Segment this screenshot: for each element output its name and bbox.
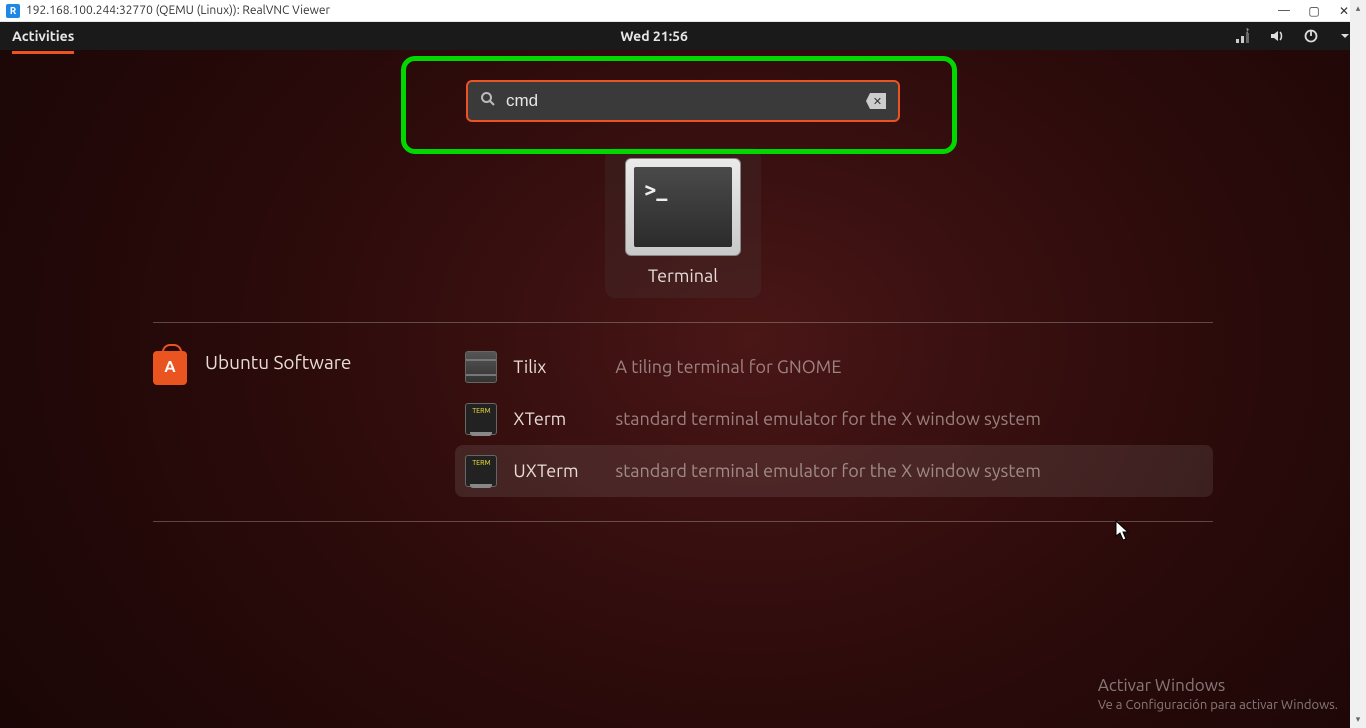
window-controls: — ▢ ✕: [1278, 4, 1360, 18]
software-row-name: XTerm: [513, 409, 599, 429]
minimize-button[interactable]: —: [1278, 4, 1290, 18]
scroll-up-icon[interactable]: ▴: [1356, 3, 1361, 14]
clock[interactable]: Wed 21:56: [74, 28, 1234, 44]
software-source: Ubuntu Software: [153, 341, 351, 497]
software-row-name: UXTerm: [513, 461, 599, 481]
gnome-topbar: Activities Wed 21:56 ?: [0, 22, 1366, 50]
power-icon[interactable]: [1302, 27, 1320, 45]
close-button[interactable]: ✕: [1338, 4, 1350, 18]
software-row-desc: A tiling terminal for GNOME: [615, 357, 841, 377]
software-source-label: Ubuntu Software: [205, 351, 351, 373]
volume-icon[interactable]: [1268, 27, 1286, 45]
software-row-name: Tilix: [513, 357, 599, 377]
xterm-icon: [465, 403, 497, 435]
terminal-icon: >_: [625, 158, 741, 256]
scroll-down-icon[interactable]: ▾: [1356, 714, 1361, 725]
software-section: Ubuntu Software Tilix A tiling terminal …: [153, 341, 1213, 497]
software-row-desc: standard terminal emulator for the X win…: [615, 409, 1040, 429]
watermark-title: Activar Windows: [1098, 676, 1338, 695]
software-row-xterm[interactable]: XTerm standard terminal emulator for the…: [455, 393, 1213, 445]
uxterm-icon: [465, 455, 497, 487]
separator: [153, 322, 1213, 323]
maximize-button[interactable]: ▢: [1308, 4, 1320, 18]
watermark-sub: Ve a Configuración para activar Windows.: [1098, 698, 1338, 712]
vnc-app-icon: R: [6, 4, 20, 18]
separator: [153, 521, 1213, 522]
search-box[interactable]: ✕: [466, 80, 900, 122]
remote-desktop: Activities Wed 21:56 ?: [0, 22, 1366, 728]
software-row-uxterm[interactable]: UXTerm standard terminal emulator for th…: [455, 445, 1213, 497]
software-row-tilix[interactable]: Tilix A tiling terminal for GNOME: [455, 341, 1213, 393]
network-icon[interactable]: ?: [1234, 27, 1252, 45]
svg-text:?: ?: [1246, 28, 1249, 35]
activities-overview: ✕ >_ Terminal Ubuntu Software Tilix A ti…: [0, 50, 1366, 728]
result-terminal[interactable]: >_ Terminal: [605, 148, 761, 298]
activities-button[interactable]: Activities: [12, 24, 74, 48]
search-icon: [480, 91, 496, 111]
window-title: 192.168.100.244:32770 (QEMU (Linux)): Re…: [26, 4, 1278, 17]
tilix-icon: [465, 351, 497, 383]
result-terminal-label: Terminal: [605, 266, 761, 286]
host-titlebar: R 192.168.100.244:32770 (QEMU (Linux)): …: [0, 0, 1366, 22]
software-bag-icon: [153, 351, 187, 385]
host-scrollbar[interactable]: ▴ ▾: [1350, 0, 1366, 728]
clear-search-icon[interactable]: ✕: [866, 93, 886, 109]
windows-watermark: Activar Windows Ve a Configuración para …: [1098, 676, 1338, 712]
search-input[interactable]: [506, 91, 856, 111]
software-row-desc: standard terminal emulator for the X win…: [615, 461, 1040, 481]
